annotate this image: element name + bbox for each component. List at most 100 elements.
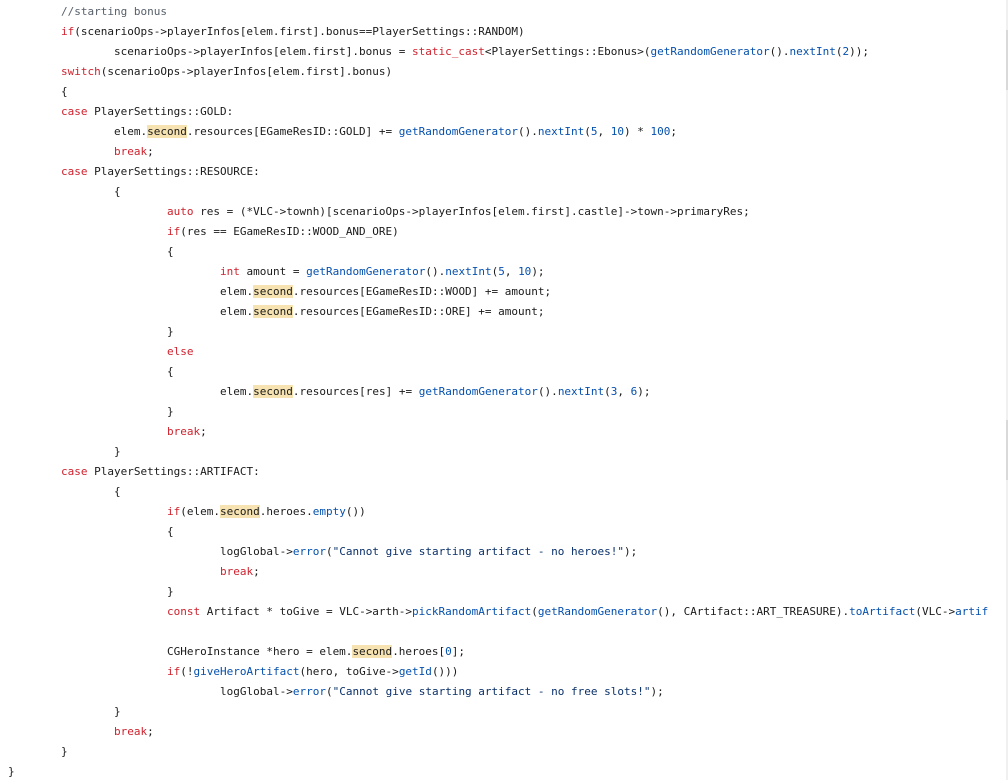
code-line: if(elem.second.heroes.empty()) [167, 502, 366, 522]
code-keyword: break [220, 565, 254, 578]
code-line: case PlayerSettings::ARTIFACT: [61, 462, 260, 482]
code-line: elem.second.resources[EGameResID::GOLD] … [114, 122, 677, 142]
code-text: { [167, 525, 174, 538]
code-keyword: switch [61, 65, 101, 78]
code-line: elem.second.resources[EGameResID::ORE] +… [220, 302, 545, 322]
code-line: switch(scenarioOps->playerInfos[elem.fir… [61, 62, 392, 82]
code-line: auto res = (*VLC->townh)[scenarioOps->pl… [167, 202, 750, 222]
code-text: (hero, toGive-> [299, 665, 399, 678]
code-function: giveHeroArtifact [193, 665, 300, 678]
code-text: ( [604, 385, 611, 398]
code-text: ( [584, 125, 591, 138]
code-text: logGlobal-> [220, 685, 293, 698]
code-keyword: case [61, 165, 88, 178]
code-line: if(scenarioOps->playerInfos[elem.first].… [61, 22, 525, 42]
code-text: (elem. [180, 505, 220, 518]
code-text: ( [531, 605, 538, 618]
code-line: if(!giveHeroArtifact(hero, toGive->getId… [167, 662, 458, 682]
code-function: nextInt [445, 265, 492, 278]
code-line: } [167, 582, 174, 602]
code-string: "Cannot give starting artifact - no hero… [332, 545, 625, 558]
code-number: 5 [498, 265, 505, 278]
code-text: .resources[EGameResID::ORE] += amount; [292, 305, 545, 318]
code-text: ); [637, 385, 651, 398]
code-text: } [8, 765, 15, 778]
code-text: ; [670, 125, 677, 138]
code-line: { [114, 482, 121, 502]
code-keyword: static_cast [412, 45, 485, 58]
code-text: } [167, 585, 174, 598]
code-line: } [114, 442, 121, 462]
code-keyword: case [61, 105, 88, 118]
code-line: logGlobal->error("Cannot give starting a… [220, 682, 664, 702]
code-text: } [114, 705, 121, 718]
code-keyword: else [167, 345, 194, 358]
code-text: ( [835, 45, 843, 58]
code-line: break; [220, 562, 260, 582]
code-text: (! [180, 665, 194, 678]
code-line: CGHeroInstance *hero = elem.second.heroe… [167, 642, 465, 662]
code-text: ; [200, 425, 207, 438]
code-function: empty [312, 505, 346, 518]
code-text: , [617, 385, 631, 398]
code-function: nextInt [789, 45, 836, 58]
code-line: break; [114, 142, 154, 162]
code-text: ; [147, 145, 154, 158]
code-highlight: second [253, 305, 293, 318]
code-function: artif [955, 605, 989, 618]
code-line: { [167, 242, 174, 262]
code-text: (VLC-> [915, 605, 956, 618]
code-text: .resources[EGameResID::GOLD] += [186, 125, 399, 138]
code-text: )); [849, 45, 870, 58]
code-number: 10 [518, 265, 532, 278]
code-text: (). [518, 125, 538, 138]
code-highlight: second [220, 505, 260, 518]
code-line: if(res == EGameResID::WOOD_AND_ORE) [167, 222, 399, 242]
code-text: (). [537, 385, 558, 398]
code-text: res = (*VLC->townh)[scenarioOps->playerI… [193, 205, 750, 218]
code-text: , [504, 265, 519, 278]
code-text: elem. [220, 385, 254, 398]
code-line: { [167, 362, 174, 382]
code-keyword: break [114, 725, 148, 738]
code-highlight: second [253, 385, 293, 398]
code-highlight: second [253, 285, 293, 298]
code-highlight: second [147, 125, 187, 138]
code-text: ( [325, 685, 333, 698]
code-text: } [61, 745, 68, 758]
code-text: { [114, 185, 121, 198]
code-line: } [8, 762, 15, 780]
code-number: 5 [590, 125, 598, 138]
code-string: "Cannot give starting artifact - no free… [332, 685, 651, 698]
code-text: { [167, 365, 174, 378]
code-line: } [167, 322, 174, 342]
code-line: case PlayerSettings::RESOURCE: [61, 162, 260, 182]
code-function: getRandomGenerator [398, 125, 519, 138]
code-line: const Artifact * toGive = VLC->arth->pic… [167, 602, 988, 622]
code-function: toArtifact [849, 605, 916, 618]
code-text: .heroes[ [392, 645, 446, 658]
code-keyword: if [167, 665, 181, 678]
code-text: (). [769, 45, 790, 58]
code-function: pickRandomArtifact [412, 605, 532, 618]
code-text: PlayerSettings::GOLD: [87, 105, 234, 118]
code-highlight: second [352, 645, 393, 658]
code-text: } [167, 325, 174, 338]
code-line: { [167, 522, 174, 542]
code-text: elem. [220, 305, 254, 318]
code-function: getRandomGenerator [537, 605, 658, 618]
code-line: scenarioOps->playerInfos[elem.first].bon… [114, 42, 869, 62]
code-text: { [61, 85, 68, 98]
code-text: Artifact * toGive = VLC->arth-> [200, 605, 413, 618]
code-text: logGlobal-> [220, 545, 293, 558]
code-keyword: int [220, 265, 240, 278]
code-text: scenarioOps->playerInfos[elem.first].bon… [114, 45, 413, 58]
code-text: PlayerSettings::RESOURCE: [87, 165, 260, 178]
code-function: nextInt [537, 125, 585, 138]
code-line: else [167, 342, 194, 362]
code-line: break; [167, 422, 207, 442]
code-line: case PlayerSettings::GOLD: [61, 102, 233, 122]
code-line: } [167, 402, 174, 422]
code-viewer: //starting bonus if(scenarioOps->playerIn… [0, 0, 1008, 780]
code-function: error [292, 545, 326, 558]
